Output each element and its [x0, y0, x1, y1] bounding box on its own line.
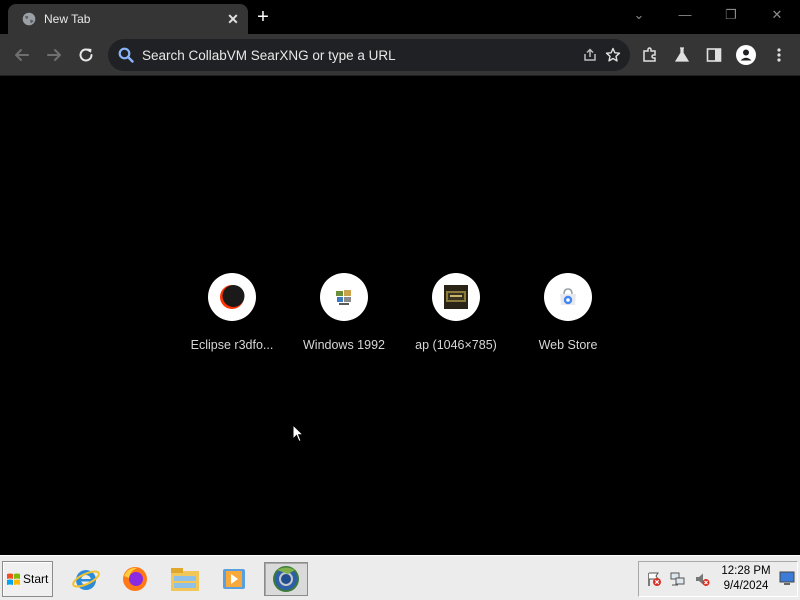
start-label: Start — [23, 572, 49, 586]
minimize-button[interactable]: — — [673, 6, 697, 24]
address-bar[interactable]: Search CollabVM SearXNG or type a URL — [108, 39, 630, 71]
mouse-cursor-icon — [292, 424, 304, 443]
shortcut-label: Windows 1992 — [303, 338, 385, 352]
shortcut-icon-wrapper — [208, 273, 256, 321]
taskbar-app[interactable] — [216, 562, 252, 596]
clock-time[interactable]: 12:28 PM — [711, 565, 781, 578]
star-icon[interactable] — [605, 47, 621, 63]
windows-1992-icon — [336, 290, 351, 305]
menu-icon[interactable] — [770, 46, 788, 64]
web-store-icon — [560, 288, 576, 305]
tab-strip: New Tab ✕ + ⌄ — ❐ ✕ — [0, 0, 800, 34]
shortcut-icon-wrapper — [432, 273, 480, 321]
tab-new-tab[interactable]: New Tab ✕ — [8, 4, 248, 34]
share-icon[interactable] — [582, 47, 598, 63]
shortcut-icon-wrapper — [544, 273, 592, 321]
tab-close-icon[interactable]: ✕ — [224, 10, 242, 28]
taskbar: Start 12:28 PM 9/4/2024 — [0, 555, 800, 600]
shortcut-tile[interactable]: Eclipse r3dfo... — [176, 273, 288, 357]
windows-logo-icon — [7, 573, 20, 585]
network-icon[interactable] — [670, 571, 686, 587]
back-icon[interactable] — [11, 44, 33, 66]
side-panel-icon[interactable] — [705, 46, 723, 64]
ap-image-icon — [444, 285, 468, 309]
shortcut-label: Web Store — [538, 338, 598, 352]
search-icon — [118, 47, 134, 63]
action-center-icon[interactable] — [646, 571, 662, 587]
clock-date[interactable]: 9/4/2024 — [711, 580, 781, 593]
taskbar-app[interactable] — [167, 562, 203, 596]
restore-button[interactable]: ❐ — [719, 6, 743, 24]
shortcut-label: ap (1046×785) — [415, 338, 497, 352]
shortcut-tile[interactable]: ap (1046×785) — [400, 273, 512, 357]
shortcut-label: Eclipse r3dfo... — [190, 338, 274, 352]
eclipse-icon — [220, 285, 245, 309]
system-tray: 12:28 PM 9/4/2024 — [638, 561, 798, 597]
new-tab-page: Eclipse r3dfo... Windows 1992 ap (1046×7… — [0, 77, 800, 555]
file-explorer-icon — [171, 568, 199, 591]
shortcut-tile[interactable]: Web Store — [512, 273, 624, 357]
labs-icon[interactable] — [673, 46, 691, 64]
media-player-icon — [223, 569, 245, 589]
tab-search-chevron-icon[interactable]: ⌄ — [627, 6, 651, 24]
tab-title: New Tab — [44, 12, 91, 26]
close-window-button[interactable]: ✕ — [765, 6, 789, 24]
profile-icon[interactable] — [736, 45, 756, 65]
address-placeholder: Search CollabVM SearXNG or type a URL — [142, 48, 396, 63]
browser-toolbar: Search CollabVM SearXNG or type a URL — [0, 34, 800, 76]
shortcut-icon-wrapper — [320, 273, 368, 321]
shortcut-tile[interactable]: Windows 1992 — [288, 273, 400, 357]
reload-icon[interactable] — [75, 44, 97, 66]
globe-icon — [22, 12, 36, 26]
chrome-icon — [273, 566, 299, 592]
taskbar-app[interactable] — [117, 562, 153, 596]
extensions-icon[interactable] — [641, 46, 659, 64]
forward-icon[interactable] — [43, 44, 65, 66]
start-button[interactable]: Start — [2, 561, 53, 597]
new-tab-button[interactable]: + — [253, 7, 273, 27]
internet-explorer-icon — [72, 570, 100, 590]
firefox-icon — [123, 567, 147, 591]
taskbar-app-active[interactable] — [264, 562, 308, 596]
taskbar-app[interactable] — [68, 562, 104, 596]
volume-icon[interactable] — [694, 571, 710, 587]
show-desktop-icon[interactable] — [779, 570, 795, 586]
